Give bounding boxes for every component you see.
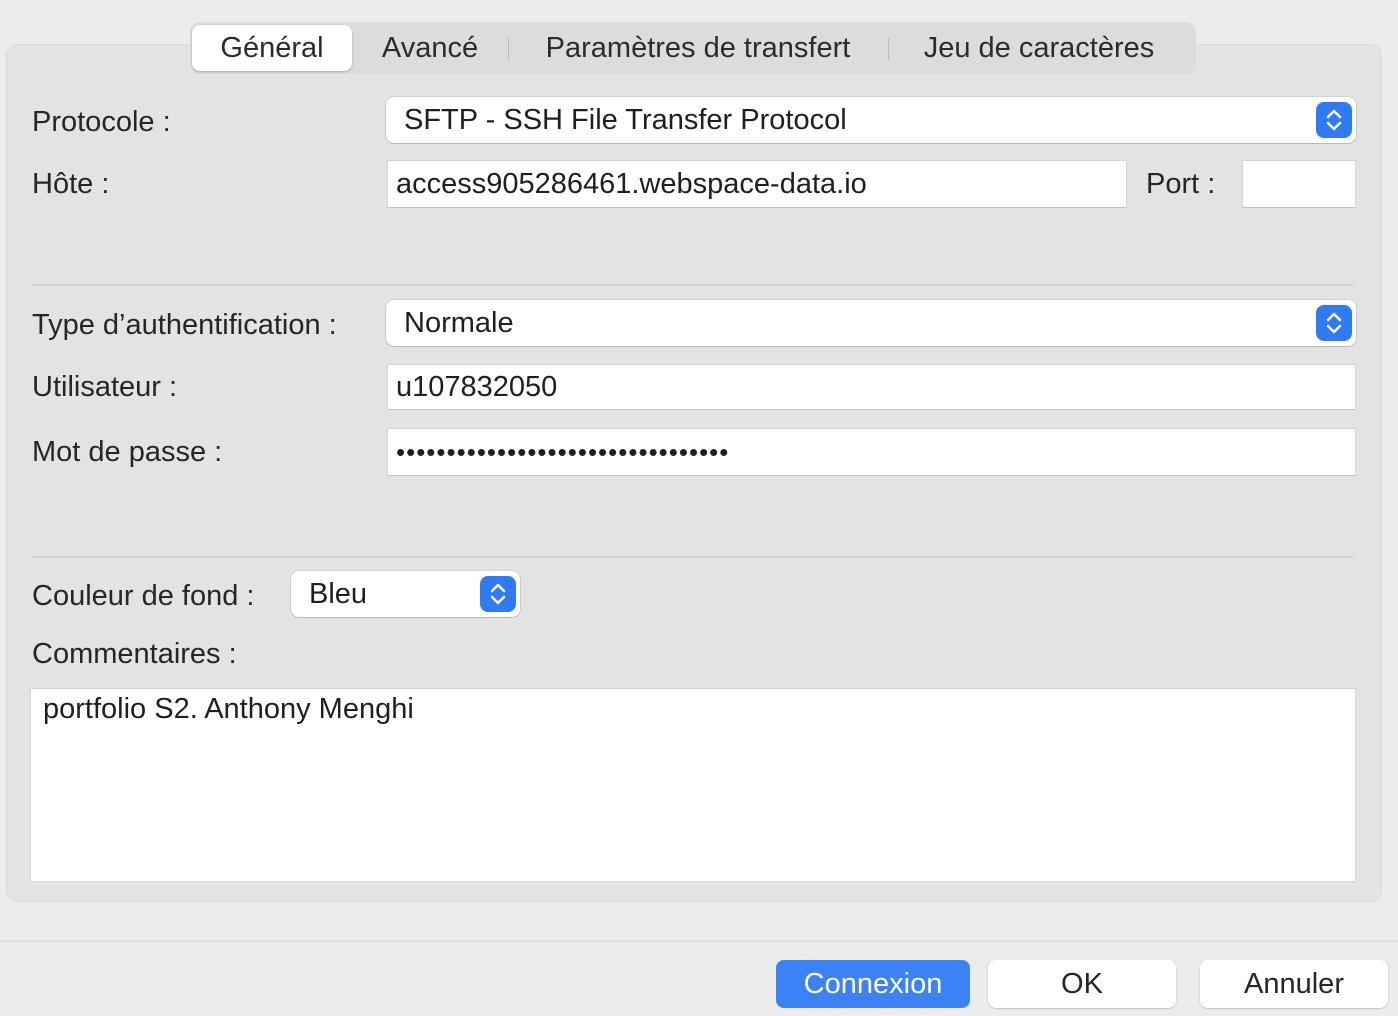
host-input[interactable]: access905286461.webspace-data.io [387, 160, 1127, 208]
tab-advanced-label: Avancé [381, 31, 479, 64]
auth-type-label: Type d’authentification : [32, 309, 337, 341]
tab-advanced[interactable]: Avancé [352, 25, 508, 71]
auth-type-value: Normale [404, 306, 514, 339]
protocol-select[interactable]: SFTP - SSH File Transfer Protocol [386, 97, 1356, 143]
host-label: Hôte : [32, 168, 110, 200]
host-value: access905286461.webspace-data.io [396, 167, 867, 200]
chevron-up-down-icon [480, 576, 516, 612]
footer-divider [0, 940, 1398, 942]
user-value: u107832050 [396, 370, 558, 403]
port-label: Port : [1146, 168, 1216, 200]
user-input[interactable]: u107832050 [387, 364, 1356, 410]
chevron-up-down-icon [1316, 305, 1352, 341]
protocol-value: SFTP - SSH File Transfer Protocol [404, 103, 847, 136]
ok-button-label: OK [1061, 967, 1103, 1000]
comments-value: portfolio S2. Anthony Menghi [43, 693, 414, 725]
cancel-button-label: Annuler [1244, 967, 1344, 1000]
background-color-value: Bleu [309, 577, 368, 610]
tab-charset-label: Jeu de caractères [923, 31, 1155, 64]
tab-charset[interactable]: Jeu de caractères [888, 25, 1190, 71]
section-divider [32, 284, 1354, 286]
tab-general[interactable]: Général [192, 25, 352, 71]
password-masked-value: ••••••••••••••••••••••••••••••••• [396, 436, 730, 467]
password-input[interactable]: ••••••••••••••••••••••••••••••••• [387, 428, 1356, 476]
user-label: Utilisateur : [32, 371, 178, 403]
tab-transfer-settings-label: Paramètres de transfert [545, 31, 851, 64]
auth-type-select[interactable]: Normale [386, 300, 1356, 346]
password-label: Mot de passe : [32, 436, 223, 468]
background-color-select[interactable]: Bleu [291, 571, 520, 617]
tab-transfer-settings[interactable]: Paramètres de transfert [508, 25, 888, 71]
port-input[interactable] [1242, 160, 1356, 208]
comments-textarea[interactable]: portfolio S2. Anthony Menghi [30, 688, 1356, 882]
connect-button[interactable]: Connexion [776, 960, 970, 1008]
comments-label: Commentaires : [32, 638, 237, 670]
cancel-button[interactable]: Annuler [1200, 960, 1388, 1008]
chevron-up-down-icon [1316, 102, 1352, 138]
tab-bar: Général Avancé Paramètres de transfert J… [190, 22, 1196, 74]
background-color-label: Couleur de fond : [32, 580, 255, 612]
ok-button[interactable]: OK [988, 960, 1176, 1008]
protocol-label: Protocole : [32, 106, 171, 138]
tab-general-label: Général [220, 31, 324, 64]
connect-button-label: Connexion [803, 967, 943, 1000]
section-divider [32, 556, 1354, 558]
